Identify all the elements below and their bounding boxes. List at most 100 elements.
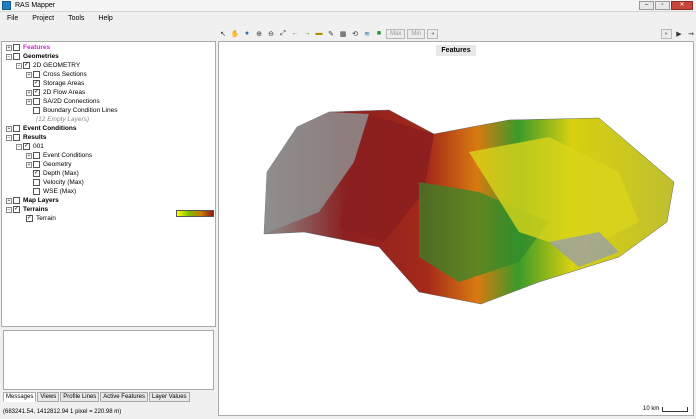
tree-row-map-layers[interactable]: + Map Layers — [6, 196, 59, 205]
tree-row-bc-lines[interactable]: Boundary Condition Lines — [33, 106, 117, 115]
tree-row-result-event-conditions[interactable]: + Event Conditions — [26, 151, 92, 160]
checkbox[interactable] — [13, 134, 20, 141]
collapse-icon[interactable]: − — [6, 53, 12, 60]
expand-icon[interactable]: + — [6, 44, 12, 51]
step-forward-button[interactable]: ▸ — [660, 28, 672, 39]
tree-row-result-001[interactable]: − ✓ 001 — [16, 142, 44, 151]
table-icon[interactable]: ▦ — [338, 29, 348, 39]
menu-bar: File Project Tools Help — [0, 12, 696, 25]
checkbox[interactable]: ✓ — [33, 80, 40, 87]
checkbox[interactable]: ✓ — [23, 143, 30, 150]
app-icon — [2, 1, 11, 10]
scale-label: 10 km — [643, 406, 660, 412]
expand-icon[interactable]: + — [26, 71, 32, 78]
expand-icon[interactable]: + — [26, 98, 32, 105]
tree-row-terrain[interactable]: ✓ Terrain — [26, 214, 56, 223]
tab-views[interactable]: Views — [37, 392, 60, 402]
messages-panel — [3, 330, 214, 390]
tree-row-empty-layers[interactable]: (12 Empty Layers) — [36, 115, 89, 124]
step-back-button[interactable]: ◂ — [427, 28, 439, 39]
terrain-color-ramp — [176, 210, 214, 217]
map-view[interactable] — [218, 41, 694, 416]
checkbox[interactable] — [13, 197, 20, 204]
close-button[interactable]: ✕ — [671, 1, 693, 10]
terrain-raster — [263, 109, 675, 305]
checkbox[interactable]: ✓ — [33, 89, 40, 96]
tree-row-depth-max[interactable]: ✓ Depth (Max) — [33, 169, 79, 178]
scale-bar: 10 km — [643, 406, 689, 412]
collapse-icon[interactable]: − — [6, 134, 12, 141]
window-title: RAS Mapper — [15, 2, 56, 9]
expand-icon[interactable]: + — [26, 152, 32, 159]
max-button[interactable]: Max — [386, 28, 406, 39]
back-icon[interactable]: ← — [290, 29, 300, 39]
tree-row-storage-areas[interactable]: ✓ Storage Areas — [33, 79, 84, 88]
checkbox[interactable] — [33, 161, 40, 168]
profile-icon[interactable]: ⟲ — [350, 29, 360, 39]
tree-row-velocity-max[interactable]: Velocity (Max) — [33, 178, 84, 187]
checkbox[interactable] — [33, 152, 40, 159]
expand-icon[interactable]: + — [26, 89, 32, 96]
tree-row-2d-geometry[interactable]: − ✓ 2D GEOMETRY — [16, 61, 80, 70]
checkbox[interactable]: ✓ — [23, 62, 30, 69]
forward-icon[interactable]: → — [302, 29, 312, 39]
tree-row-wse-max[interactable]: WSE (Max) — [33, 187, 76, 196]
map-toolbar: ↖ ✋ ● ⊕ ⊖ ⤢ ← → ▬ ✎ ▦ ⟲ ≋ ■ Max Min ◂ ▸ … — [218, 27, 696, 40]
tree-row-2d-flow-areas[interactable]: + ✓ 2D Flow Areas — [26, 88, 85, 97]
title-bar: RAS Mapper – ▫ ✕ — [0, 0, 696, 12]
maximize-button[interactable]: ▫ — [655, 1, 670, 10]
tree-row-results[interactable]: − Results — [6, 133, 46, 142]
terrain-icon[interactable]: ■ — [374, 29, 384, 39]
layer-tree: + Features − Geometries − ✓ 2D GEOMETRY +… — [1, 41, 216, 327]
checkbox[interactable] — [33, 107, 40, 114]
layers-icon[interactable]: ≋ — [362, 29, 372, 39]
zoom-in-icon[interactable]: ⊕ — [254, 29, 264, 39]
full-extent-icon[interactable]: ⤢ — [278, 29, 288, 39]
tab-layer-values[interactable]: Layer Values — [148, 392, 190, 402]
expand-icon[interactable]: + — [6, 125, 12, 132]
collapse-icon[interactable]: − — [16, 62, 22, 69]
tab-messages[interactable]: Messages — [3, 392, 37, 402]
menu-help[interactable]: Help — [91, 15, 119, 22]
minimize-button[interactable]: – — [639, 1, 654, 10]
min-button[interactable]: Min — [407, 28, 426, 39]
checkbox[interactable] — [33, 98, 40, 105]
tree-row-event-conditions[interactable]: + Event Conditions — [6, 124, 76, 133]
collapse-icon[interactable]: − — [16, 143, 22, 150]
tree-row-cross-sections[interactable]: + Cross Sections — [26, 70, 87, 79]
menu-file[interactable]: File — [0, 15, 25, 22]
collapse-icon[interactable]: − — [6, 206, 12, 213]
checkbox[interactable] — [13, 53, 20, 60]
zoom-out-icon[interactable]: ⊖ — [266, 29, 276, 39]
menu-tools[interactable]: Tools — [61, 15, 91, 22]
edit-icon[interactable]: ✎ — [326, 29, 336, 39]
checkbox[interactable] — [33, 179, 40, 186]
select-arrow-icon[interactable]: ↖ — [218, 29, 228, 39]
checkbox[interactable] — [33, 188, 40, 195]
tree-row-terrains[interactable]: − ✓ Terrains — [6, 205, 48, 214]
checkbox[interactable] — [33, 71, 40, 78]
tree-row-result-geometry[interactable]: + Geometry — [26, 160, 72, 169]
pan-hand-icon[interactable]: ✋ — [230, 29, 240, 39]
tab-active-features[interactable]: Active Features — [100, 392, 148, 402]
tree-row-features[interactable]: + Features — [6, 43, 50, 52]
expand-icon[interactable]: + — [26, 161, 32, 168]
tab-profile-lines[interactable]: Profile Lines — [60, 392, 100, 402]
expand-icon[interactable]: + — [6, 197, 12, 204]
play-icon[interactable]: ▶ — [674, 29, 684, 39]
animate-icon[interactable]: ⇝ — [686, 29, 696, 39]
status-bar: (683241.54, 1412812.94 1 pixel = 220.98 … — [0, 407, 218, 418]
scale-bar-graphic — [662, 406, 689, 412]
tree-row-geometries[interactable]: − Geometries — [6, 52, 59, 61]
map-title: Features — [436, 45, 476, 56]
checkbox[interactable]: ✓ — [13, 206, 20, 213]
checkbox[interactable] — [13, 44, 20, 51]
bottom-tabs: Messages Views Profile Lines Active Feat… — [3, 392, 191, 402]
tree-row-sa2d-connections[interactable]: + SA/2D Connections — [26, 97, 100, 106]
globe-icon[interactable]: ● — [242, 29, 252, 39]
measure-icon[interactable]: ▬ — [314, 29, 324, 39]
checkbox[interactable]: ✓ — [33, 170, 40, 177]
checkbox[interactable]: ✓ — [26, 215, 33, 222]
checkbox[interactable] — [13, 125, 20, 132]
menu-project[interactable]: Project — [25, 15, 61, 22]
